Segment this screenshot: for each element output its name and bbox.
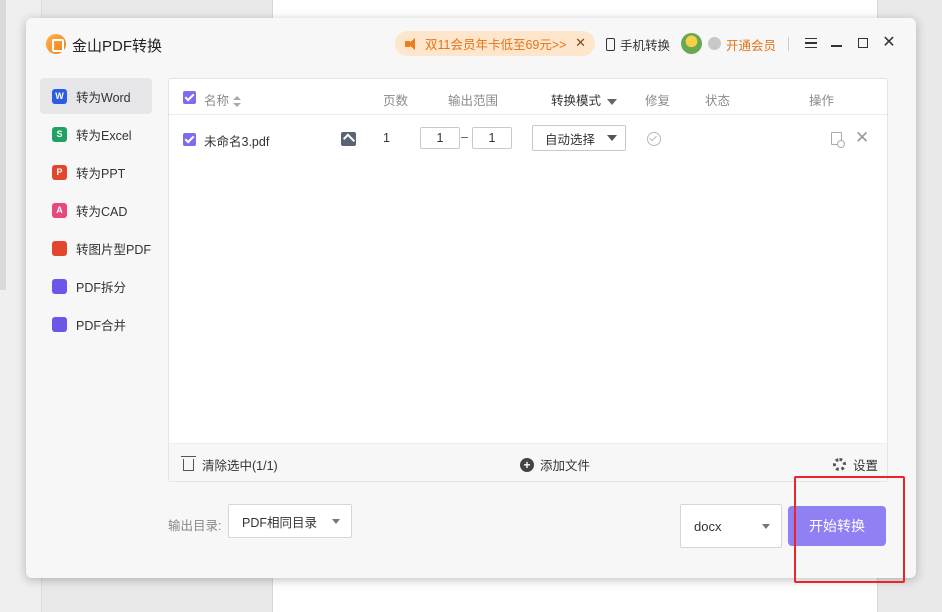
range-from-input[interactable]: 1 — [420, 127, 460, 149]
sidebar-item-icon — [52, 278, 67, 294]
range-to-input[interactable]: 1 — [472, 127, 512, 149]
sidebar-item-label: 转为Word — [76, 90, 131, 105]
delete-row-icon[interactable]: ✕ — [855, 129, 869, 146]
sidebar-item-icon: P — [52, 164, 67, 180]
add-file-label: 添加文件 — [540, 459, 591, 473]
output-dir-select[interactable]: PDF相同目录 — [228, 504, 352, 538]
close-button[interactable]: ✕ — [880, 34, 898, 52]
speaker-icon — [405, 37, 419, 50]
plus-circle-icon: + — [520, 457, 534, 472]
sidebar-item-5[interactable]: PDF拆分 — [40, 268, 152, 304]
range-separator: – — [461, 130, 468, 144]
sidebar: W 转为Word S 转为Excel P 转为PPT A 转为CAD 转图片型PDF PDF拆分 P… — [40, 78, 152, 344]
output-format-select[interactable]: docx — [680, 504, 782, 548]
app-title: 金山PDF转换 — [72, 38, 163, 55]
chevron-down-icon — [607, 135, 617, 141]
sidebar-item-label: PDF合并 — [76, 318, 127, 333]
sidebar-item-4[interactable]: 转图片型PDF — [40, 230, 152, 266]
chevron-down-icon — [332, 519, 340, 524]
clear-selected-label: 清除选中(1/1) — [202, 459, 278, 473]
header-mode[interactable]: 转换模式 — [551, 90, 618, 109]
header-action: 操作 — [809, 94, 835, 108]
sidebar-item-1[interactable]: S 转为Excel — [40, 116, 152, 152]
table-header: 名称 页数 输出范围 转换模式 修复 状态 操作 — [169, 79, 887, 115]
minimize-icon — [830, 45, 842, 47]
image-preview-icon[interactable] — [341, 132, 356, 146]
mobile-convert-button[interactable]: 手机转换 — [606, 35, 670, 54]
clear-selected-button[interactable]: 清除选中(1/1) — [181, 455, 278, 474]
sort-icon — [233, 95, 242, 108]
sidebar-item-icon — [52, 316, 67, 332]
phone-icon — [606, 38, 615, 51]
promo-banner[interactable]: 双11会员年卡低至69元>> ✕ — [395, 31, 595, 56]
mode-select-value: 自动选择 — [545, 132, 596, 147]
sidebar-item-6[interactable]: PDF合并 — [40, 306, 152, 342]
header-name[interactable]: 名称 — [204, 90, 242, 109]
title-bar: 金山PDF转换 双11会员年卡低至69元>> ✕ 手机转换 开通会员 ✕ — [26, 18, 916, 70]
sidebar-item-label: 转为Excel — [76, 128, 132, 143]
row-checkbox[interactable] — [183, 133, 196, 146]
file-search-icon[interactable] — [831, 132, 845, 148]
file-list-footer: 清除选中(1/1) + 添加文件 设置 — [169, 443, 887, 481]
output-format-value: docx — [694, 518, 722, 534]
settings-button[interactable]: 设置 — [833, 455, 878, 474]
minimize-button[interactable] — [827, 34, 845, 52]
mode-select[interactable]: 自动选择 — [532, 125, 626, 151]
promo-text[interactable]: 双11会员年卡低至69元>> — [425, 34, 566, 53]
sidebar-item-0[interactable]: W 转为Word — [40, 78, 152, 114]
gear-icon — [833, 458, 846, 471]
background-strip — [0, 0, 6, 290]
sidebar-item-icon: W — [52, 88, 67, 104]
chevron-down-icon — [607, 98, 618, 105]
chevron-down-icon — [762, 524, 770, 529]
highlight-box — [794, 476, 905, 583]
promo-close-icon[interactable]: ✕ — [575, 35, 586, 51]
open-vip-link[interactable]: 开通会员 — [726, 35, 776, 54]
close-icon: ✕ — [882, 34, 896, 51]
sidebar-item-icon: A — [52, 202, 67, 218]
file-pages: 1 — [383, 131, 390, 145]
sidebar-item-icon — [52, 240, 67, 256]
title-divider — [788, 37, 789, 51]
trash-icon — [181, 455, 196, 471]
sidebar-item-label: PDF拆分 — [76, 280, 127, 295]
mobile-convert-label: 手机转换 — [620, 39, 671, 53]
header-status: 状态 — [705, 94, 731, 108]
select-all-checkbox[interactable] — [183, 91, 196, 104]
app-window: 金山PDF转换 双11会员年卡低至69元>> ✕ 手机转换 开通会员 ✕ W 转为… — [26, 18, 916, 578]
sidebar-item-2[interactable]: P 转为PPT — [40, 154, 152, 190]
settings-label: 设置 — [853, 459, 879, 473]
header-pages: 页数 — [383, 94, 409, 108]
menu-button[interactable] — [802, 34, 820, 52]
sidebar-item-label: 转为CAD — [76, 204, 128, 219]
vip-icon — [708, 37, 721, 50]
sidebar-item-label: 转图片型PDF — [76, 242, 152, 257]
menu-icon — [805, 38, 817, 48]
header-repair: 修复 — [645, 94, 671, 108]
maximize-icon — [858, 38, 868, 48]
sidebar-item-icon: S — [52, 126, 67, 142]
add-file-button[interactable]: + 添加文件 — [520, 455, 590, 474]
app-logo-icon — [46, 34, 66, 54]
file-list-panel: 名称 页数 输出范围 转换模式 修复 状态 操作 未命名3.pdf 1 1 – … — [168, 78, 888, 482]
output-dir-label: 输出目录: — [168, 519, 222, 533]
maximize-button[interactable] — [854, 34, 872, 52]
sidebar-item-3[interactable]: A 转为CAD — [40, 192, 152, 228]
table-row: 未命名3.pdf 1 1 – 1 自动选择 ✕ — [169, 121, 887, 157]
header-range: 输出范围 — [448, 94, 499, 108]
sidebar-item-label: 转为PPT — [76, 166, 126, 181]
output-dir-value: PDF相同目录 — [242, 515, 318, 530]
avatar[interactable] — [681, 33, 702, 54]
repair-check-icon — [647, 132, 661, 146]
file-name: 未命名3.pdf — [204, 135, 270, 149]
